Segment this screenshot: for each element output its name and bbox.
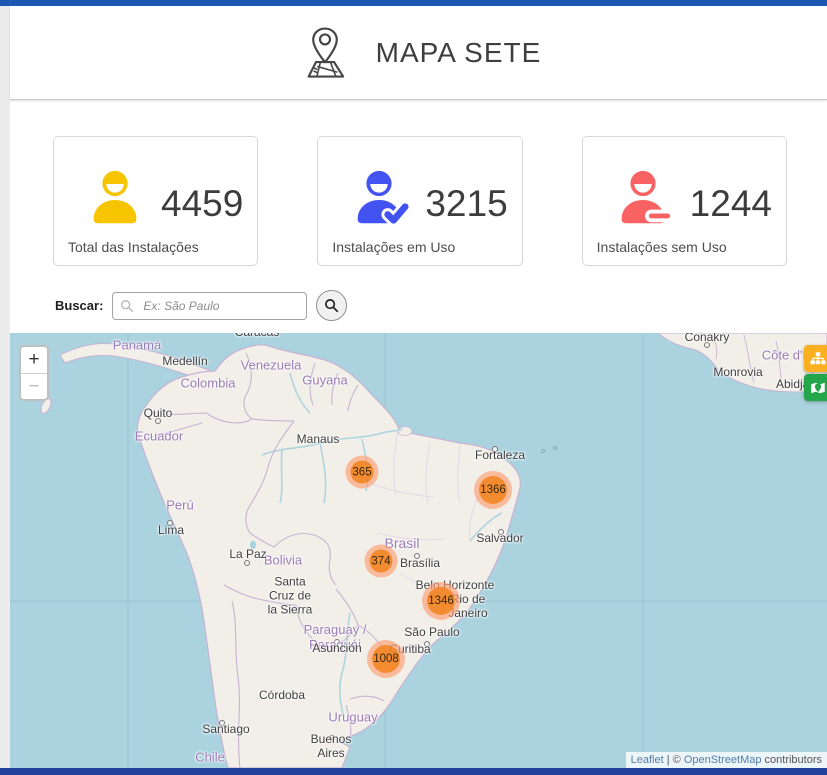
search-button[interactable] bbox=[316, 290, 347, 321]
city-dot bbox=[329, 735, 335, 741]
cluster-marker[interactable]: 374 bbox=[365, 545, 398, 578]
map-attribution: Leaflet | © OpenStreetMap contributors bbox=[626, 752, 827, 768]
marker-layer-button[interactable] bbox=[804, 374, 827, 401]
search-row: Buscar: bbox=[55, 290, 827, 321]
city-dot bbox=[414, 553, 420, 559]
city-dot bbox=[498, 529, 504, 535]
search-input[interactable] bbox=[112, 292, 307, 320]
page: MAPA SETE 4459 Total das Instalações bbox=[10, 6, 827, 768]
cluster-count: 374 bbox=[370, 550, 393, 573]
zoom-control: + − bbox=[19, 345, 49, 401]
city-dot bbox=[244, 560, 250, 566]
search-icon bbox=[120, 299, 134, 313]
cluster-count: 365 bbox=[351, 461, 374, 484]
cluster-count: 1366 bbox=[479, 476, 507, 504]
stat-label: Total das Instalações bbox=[68, 239, 243, 255]
stats-row: 4459 Total das Instalações 3215 Instalaç… bbox=[10, 136, 827, 266]
city-dot bbox=[424, 641, 430, 647]
cluster-marker[interactable]: 1366 bbox=[474, 471, 512, 509]
city-dot bbox=[334, 639, 340, 645]
osm-link[interactable]: OpenStreetMap bbox=[684, 754, 762, 766]
zoom-out-button[interactable]: − bbox=[21, 373, 47, 399]
map-canvas[interactable]: + − Leaflet | © OpenStreetMap contributo… bbox=[10, 333, 827, 768]
stat-value: 4459 bbox=[161, 183, 243, 229]
cluster-marker[interactable]: 365 bbox=[346, 456, 379, 489]
stat-label: Instalações sem Uso bbox=[597, 239, 772, 255]
user-icon bbox=[84, 167, 146, 229]
search-icon bbox=[324, 298, 339, 313]
sitemap-icon bbox=[809, 350, 827, 368]
user-minus-icon bbox=[612, 167, 674, 229]
card-installations-no-use: 1244 Instalações sem Uso bbox=[582, 136, 787, 266]
city-dot bbox=[492, 446, 498, 452]
stat-value: 3215 bbox=[425, 183, 507, 229]
city-dot bbox=[155, 418, 161, 424]
page-title: MAPA SETE bbox=[376, 37, 542, 69]
header: MAPA SETE bbox=[10, 6, 827, 100]
leaflet-link[interactable]: Leaflet bbox=[631, 754, 664, 766]
cluster-layer-button[interactable] bbox=[804, 345, 827, 372]
map-tiles bbox=[10, 333, 827, 768]
city-dot bbox=[219, 720, 225, 726]
card-installations-in-use: 3215 Instalações em Uso bbox=[317, 136, 522, 266]
city-dot bbox=[704, 342, 710, 348]
cluster-count: 1346 bbox=[427, 587, 455, 615]
user-check-icon bbox=[348, 167, 410, 229]
city-dot bbox=[167, 520, 173, 526]
bottom-accent-bar bbox=[0, 768, 827, 775]
map-pin-logo-icon bbox=[296, 24, 354, 82]
stat-label: Instalações em Uso bbox=[332, 239, 507, 255]
top-accent-bar bbox=[0, 0, 827, 6]
search-label: Buscar: bbox=[55, 298, 103, 313]
cluster-count: 1008 bbox=[372, 645, 400, 673]
zoom-in-button[interactable]: + bbox=[21, 347, 47, 373]
cluster-marker[interactable]: 1008 bbox=[367, 640, 405, 678]
card-total-installations: 4459 Total das Instalações bbox=[53, 136, 258, 266]
stat-value: 1244 bbox=[690, 183, 772, 229]
cluster-marker[interactable]: 1346 bbox=[422, 582, 460, 620]
map-marker-icon bbox=[809, 379, 827, 397]
